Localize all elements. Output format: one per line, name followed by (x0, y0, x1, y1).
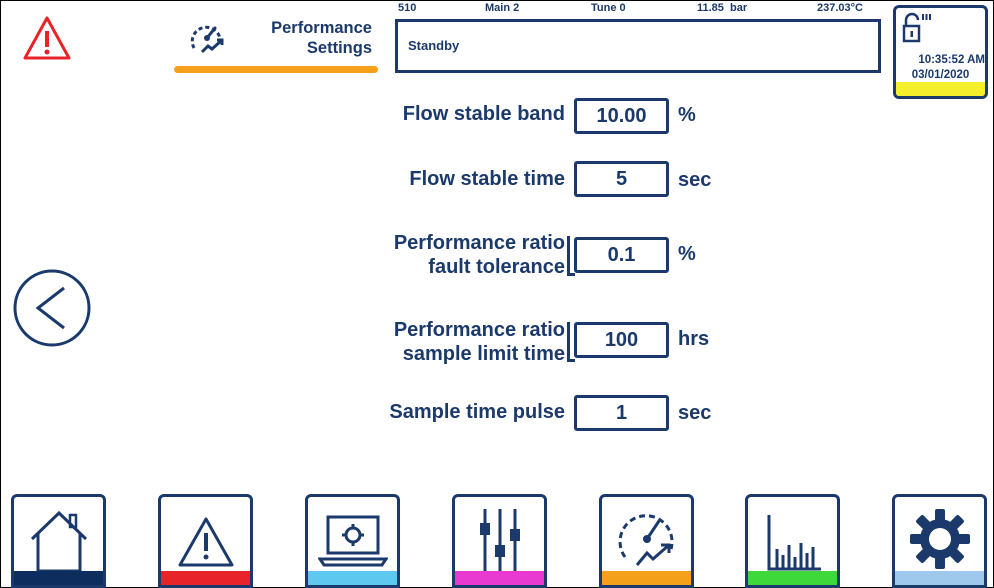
sample-time-pulse-input[interactable]: 1 (574, 395, 669, 431)
nav-stripe (602, 571, 691, 585)
performance-ratio-sample-limit-time-unit: hrs (678, 328, 710, 350)
page-title-line1: Performance (271, 19, 372, 37)
nav-stripe (14, 571, 103, 585)
alarm-icon (178, 517, 233, 567)
lock-clock-panel[interactable]: 10:35:52 AM 03/01/2020 (893, 5, 988, 99)
status-state: Standby (408, 38, 460, 53)
performance-ratio-fault-tolerance-unit: % (678, 243, 696, 265)
label-line: Performance ratio (393, 232, 565, 254)
nav-stripe (895, 571, 984, 585)
label-line: Performance ratio (393, 319, 565, 341)
clock-date: 03/01/2020 (911, 69, 970, 81)
label-line: fault tolerance (428, 256, 565, 278)
back-button[interactable] (12, 268, 92, 348)
sample-time-pulse-label: Sample time pulse (389, 400, 565, 424)
unlock-icon (902, 12, 931, 43)
label-line: sample limit time (402, 343, 565, 365)
label-line: Flow stable time (409, 168, 565, 190)
performance-ratio-fault-tolerance-input[interactable]: 0.1 (574, 237, 669, 273)
warning-alarm-icon[interactable] (22, 14, 72, 62)
label-line: Flow stable band (402, 103, 565, 125)
flow-stable-band-label: Flow stable band (403, 102, 565, 126)
settings-gear-icon (909, 509, 970, 569)
nav-stripe (748, 571, 837, 585)
flow-stable-band-input[interactable]: 10.00 (574, 98, 669, 134)
clock-time: 10:35:52 AM (918, 54, 985, 66)
flow-stable-time-label: Flow stable time (409, 167, 565, 191)
nav-system-button[interactable] (305, 494, 400, 588)
nav-alarms-button[interactable] (158, 494, 253, 588)
performance-ratio-sample-limit-time-input[interactable]: 100 (574, 322, 669, 358)
status-line: 510 Main 2 Tune 0 11.85 bar 237.03°C (395, 0, 885, 16)
performance-gauge-icon (190, 25, 224, 54)
bar-chart-icon (767, 515, 821, 571)
status-pressure: 11.85 bar (697, 2, 748, 14)
sliders-icon (479, 509, 520, 575)
nav-stripe (161, 571, 250, 585)
performance-ratio-fault-tolerance-label: Performance ratio fault tolerance (394, 231, 565, 279)
status-temperature: 237.03°C (817, 2, 863, 14)
performance-ratio-sample-limit-time-label: Performance ratio sample limit time (394, 318, 565, 366)
chevron-left-icon (13, 269, 91, 347)
nav-stripe (455, 571, 544, 585)
status-box: Standby (395, 19, 881, 73)
lock-status-stripe (896, 82, 985, 96)
nav-stripe (308, 571, 397, 585)
sample-time-pulse-unit: sec (678, 402, 712, 424)
title-underline (174, 66, 378, 73)
status-mode: Main 2 (485, 2, 520, 14)
status-tune: Tune 0 (591, 2, 626, 14)
nav-home-button[interactable] (11, 494, 106, 588)
flow-stable-time-input[interactable]: 5 (574, 161, 669, 197)
page-header: Performance Settings (172, 10, 380, 76)
nav-settings-button[interactable] (892, 494, 987, 588)
flow-stable-band-unit: % (678, 104, 696, 126)
label-line: Sample time pulse (389, 401, 565, 423)
nav-trends-button[interactable] (745, 494, 840, 588)
page-title: Performance Settings (232, 18, 372, 58)
nav-performance-button[interactable] (599, 494, 694, 588)
status-id: 510 (398, 2, 417, 14)
flow-stable-time-unit: sec (678, 169, 712, 191)
laptop-gear-icon (317, 515, 388, 567)
page-title-line2: Settings (306, 39, 372, 57)
home-icon (30, 510, 87, 573)
performance-gauge-icon (618, 514, 674, 566)
nav-controls-button[interactable] (452, 494, 547, 588)
